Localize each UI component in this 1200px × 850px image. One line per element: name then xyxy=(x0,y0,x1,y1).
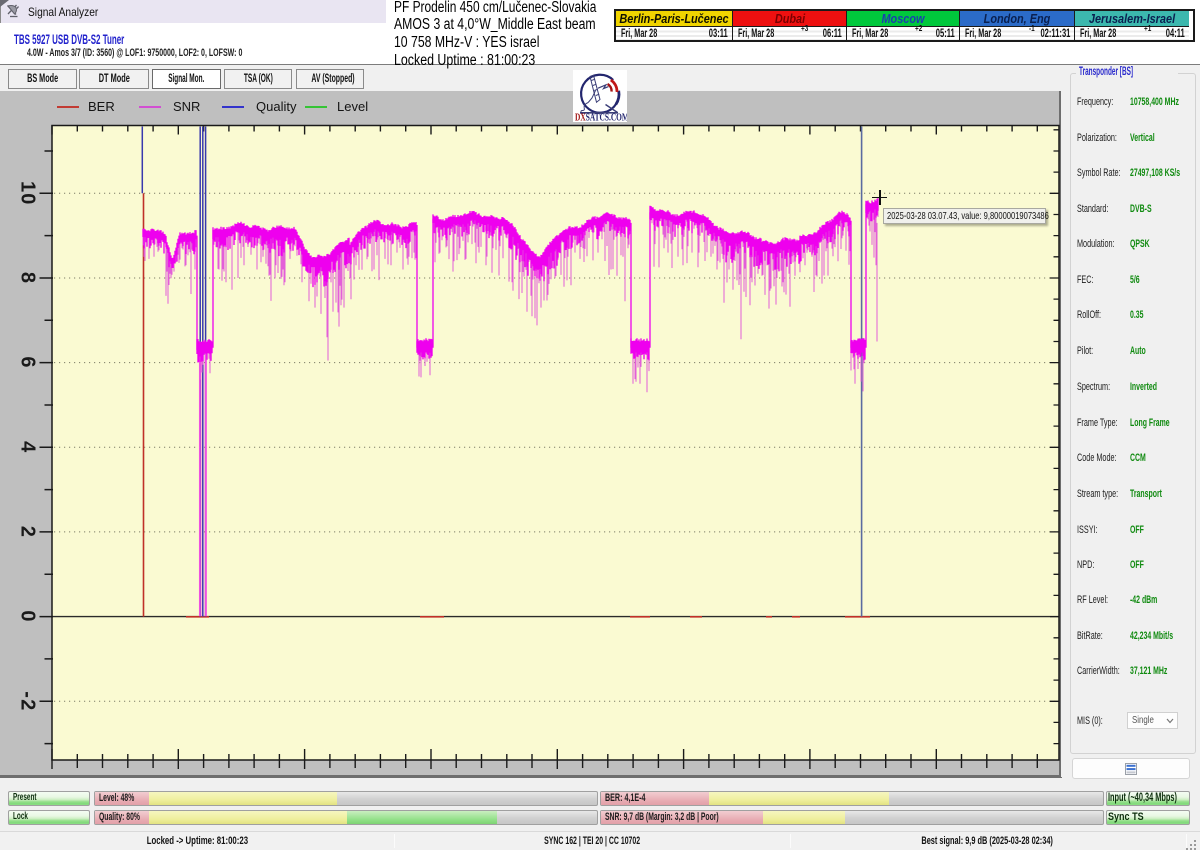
svg-text:6: 6 xyxy=(17,356,39,368)
svg-text:-2: -2 xyxy=(17,691,39,711)
svg-text:10: 10 xyxy=(17,181,39,206)
svg-text:0: 0 xyxy=(17,610,39,622)
svg-text:8: 8 xyxy=(17,272,39,284)
svg-text:2: 2 xyxy=(17,526,39,538)
svg-text:4: 4 xyxy=(17,441,39,453)
svg-text:SATCS.COM: SATCS.COM xyxy=(586,111,627,122)
svg-text:DX: DX xyxy=(575,111,586,122)
